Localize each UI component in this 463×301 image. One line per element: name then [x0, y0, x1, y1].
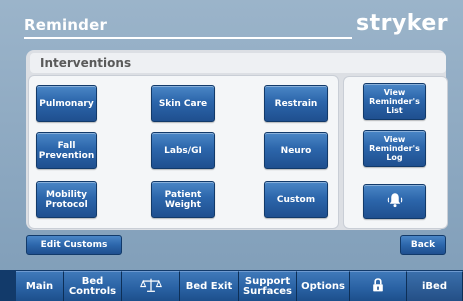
back-button[interactable]: Back — [400, 235, 446, 255]
restrain-button[interactable]: Restrain — [264, 85, 328, 122]
view-reminders-log-button[interactable]: View Reminder's Log — [363, 130, 426, 167]
pulmonary-label: Pulmonary — [39, 98, 94, 109]
custom-button[interactable]: Custom — [264, 181, 328, 218]
tab-scale[interactable] — [122, 271, 180, 301]
skin-care-label: Skin Care — [158, 98, 208, 109]
tab-support-surfaces-label: Support Surfaces — [242, 275, 292, 297]
tab-support-surfaces[interactable]: Support Surfaces — [239, 271, 297, 301]
edit-customs-label: Edit Customs — [40, 240, 108, 250]
tab-bed-exit[interactable]: Bed Exit — [180, 271, 239, 301]
tab-main[interactable]: Main — [16, 271, 64, 301]
tab-bed-controls-label: Bed Controls — [68, 275, 117, 297]
skin-care-button[interactable]: Skin Care — [151, 85, 215, 122]
tab-main-label: Main — [25, 280, 54, 292]
tab-bed-exit-label: Bed Exit — [185, 280, 233, 292]
pulmonary-button[interactable]: Pulmonary — [36, 85, 97, 122]
page-title: Reminder — [24, 16, 108, 34]
lock-icon — [367, 277, 389, 296]
neuro-label: Neuro — [280, 145, 312, 156]
fall-prevention-label: Fall Prevention — [38, 140, 95, 161]
tab-lock[interactable] — [350, 271, 407, 301]
tab-ibed-label: iBed — [422, 280, 447, 292]
alarm-bell-button[interactable] — [363, 184, 426, 219]
view-reminders-list-label: View Reminder's List — [369, 88, 420, 115]
bell-icon — [386, 191, 404, 212]
mobility-protocol-label: Mobility Protocol — [45, 189, 88, 210]
neuro-button[interactable]: Neuro — [264, 132, 328, 169]
custom-label: Custom — [276, 194, 316, 205]
view-reminders-log-label: View Reminder's Log — [369, 135, 420, 162]
tab-ibed[interactable]: iBed — [407, 271, 463, 301]
labs-gi-button[interactable]: Labs/GI — [151, 132, 215, 169]
restrain-label: Restrain — [274, 98, 318, 109]
mobility-protocol-button[interactable]: Mobility Protocol — [36, 181, 97, 218]
tab-options-label: Options — [301, 280, 345, 292]
scale-icon — [139, 277, 162, 296]
view-reminders-list-button[interactable]: View Reminder's List — [363, 83, 426, 120]
back-label: Back — [410, 240, 436, 250]
labs-gi-label: Labs/GI — [164, 145, 202, 156]
patient-weight-button[interactable]: Patient Weight — [151, 181, 215, 218]
title-underline — [24, 37, 352, 39]
tab-bed-controls[interactable]: Bed Controls — [64, 271, 122, 301]
fall-prevention-button[interactable]: Fall Prevention — [36, 132, 97, 169]
patient-weight-label: Patient Weight — [164, 189, 202, 210]
brand-logo: stryker — [356, 11, 449, 36]
section-title: Interventions — [30, 53, 446, 73]
edit-customs-button[interactable]: Edit Customs — [26, 235, 122, 255]
tab-options[interactable]: Options — [297, 271, 350, 301]
